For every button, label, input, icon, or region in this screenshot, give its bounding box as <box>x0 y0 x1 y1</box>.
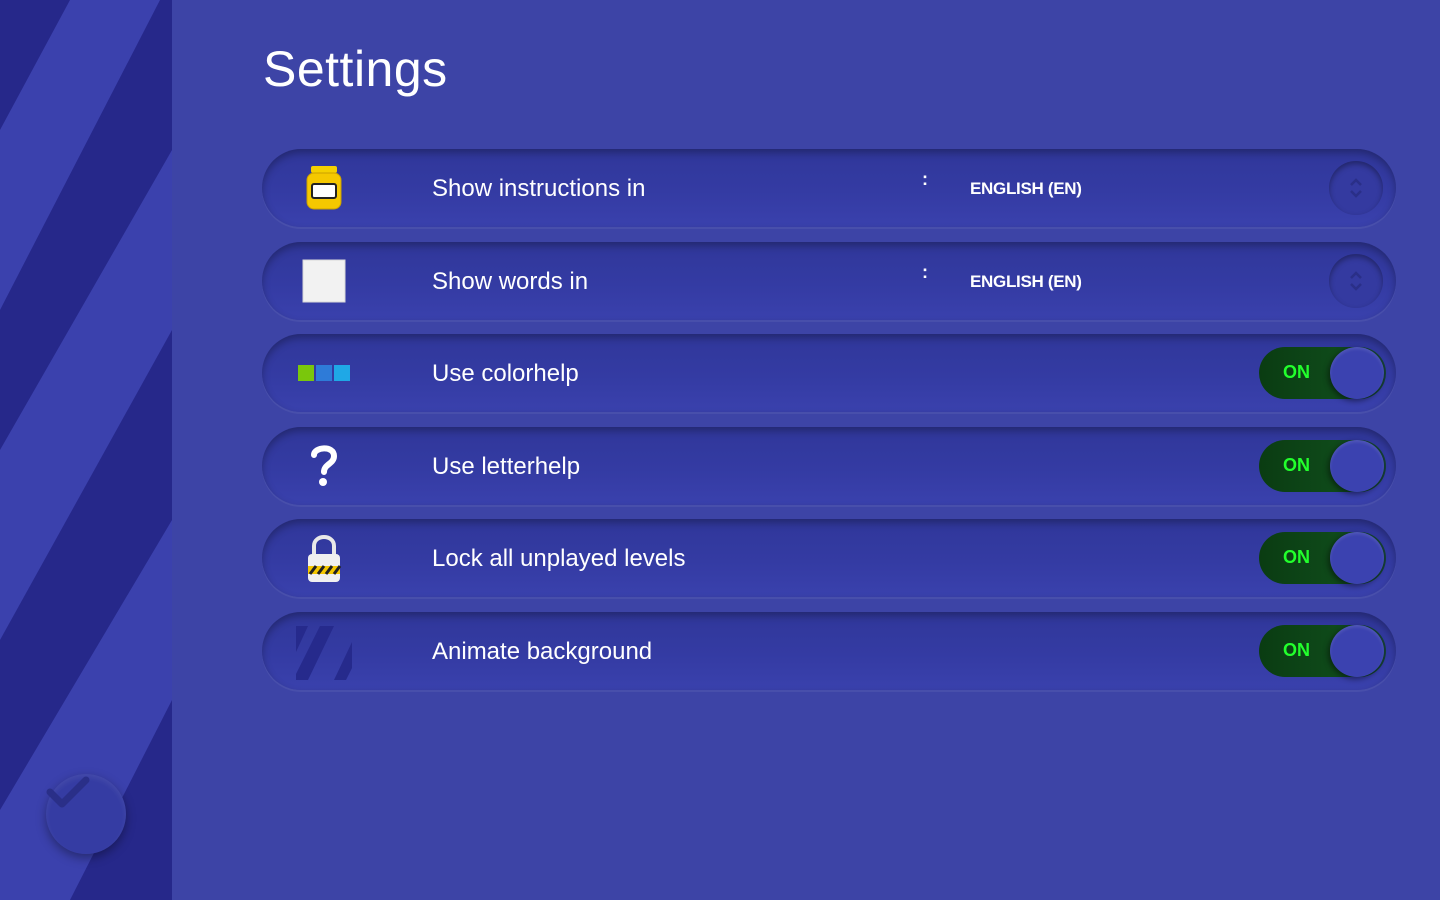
instructions-language-value[interactable]: ENGLISH (EN) <box>970 179 1082 199</box>
toggle-knob[interactable] <box>1330 624 1384 677</box>
words-language-stepper[interactable] <box>1329 253 1383 308</box>
instructions-language-stepper[interactable] <box>1329 161 1383 215</box>
setting-label: Lock all unplayed levels <box>432 545 686 572</box>
setting-row-animate-background: Animate background ON <box>262 611 1396 690</box>
setting-label: Show words in <box>432 267 589 295</box>
setting-label: Use colorhelp <box>432 360 579 387</box>
question-mark-icon <box>294 441 354 491</box>
done-button[interactable] <box>46 774 126 854</box>
setting-row-letterhelp: Use letterhelp ON <box>262 426 1396 505</box>
sidebar-stripes <box>0 0 172 900</box>
words-language-value[interactable]: ENGLISH (EN) <box>970 272 1082 292</box>
letterhelp-toggle[interactable]: ON <box>1259 439 1386 492</box>
word-card-icon <box>294 256 354 306</box>
setting-row-lock-levels: Lock all unplayed levels ON <box>262 519 1396 597</box>
toggle-state-label: ON <box>1283 362 1310 382</box>
toggle-knob[interactable] <box>1330 439 1384 492</box>
stripes-icon <box>294 625 354 680</box>
animate-background-toggle[interactable]: ON <box>1259 624 1386 677</box>
setting-label: Show instructions in <box>432 175 646 202</box>
setting-row-instructions-language: Show instructions in : ENGLISH (EN) <box>262 149 1396 227</box>
abc-color-blocks-icon <box>294 348 354 398</box>
toggle-knob[interactable] <box>1330 347 1384 399</box>
toggle-state-label: ON <box>1283 639 1310 660</box>
setting-label: Use letterhelp <box>432 452 581 480</box>
toggle-state-label: ON <box>1283 547 1310 567</box>
setting-label: Animate background <box>432 637 653 665</box>
padlock-icon <box>294 533 354 583</box>
lock-levels-toggle[interactable]: ON <box>1259 532 1386 584</box>
setting-row-words-language: Show words in : ENGLISH (EN) <box>262 241 1396 320</box>
up-down-arrows-icon <box>1350 270 1362 291</box>
toggle-knob[interactable] <box>1330 532 1384 584</box>
separator-colon: : <box>922 169 928 189</box>
separator-colon: : <box>922 261 928 282</box>
colorhelp-toggle[interactable]: ON <box>1259 347 1386 399</box>
up-down-arrows-icon <box>1350 178 1362 198</box>
checkmark-icon <box>46 776 90 808</box>
sidebar <box>0 0 172 900</box>
toggle-state-label: ON <box>1283 454 1310 475</box>
setting-row-colorhelp: Use colorhelp ON <box>262 334 1396 412</box>
instructions-jar-icon <box>294 163 354 213</box>
settings-list: Show instructions in : ENGLISH (EN) Show… <box>262 149 1396 704</box>
page-title: Settings <box>263 41 448 97</box>
